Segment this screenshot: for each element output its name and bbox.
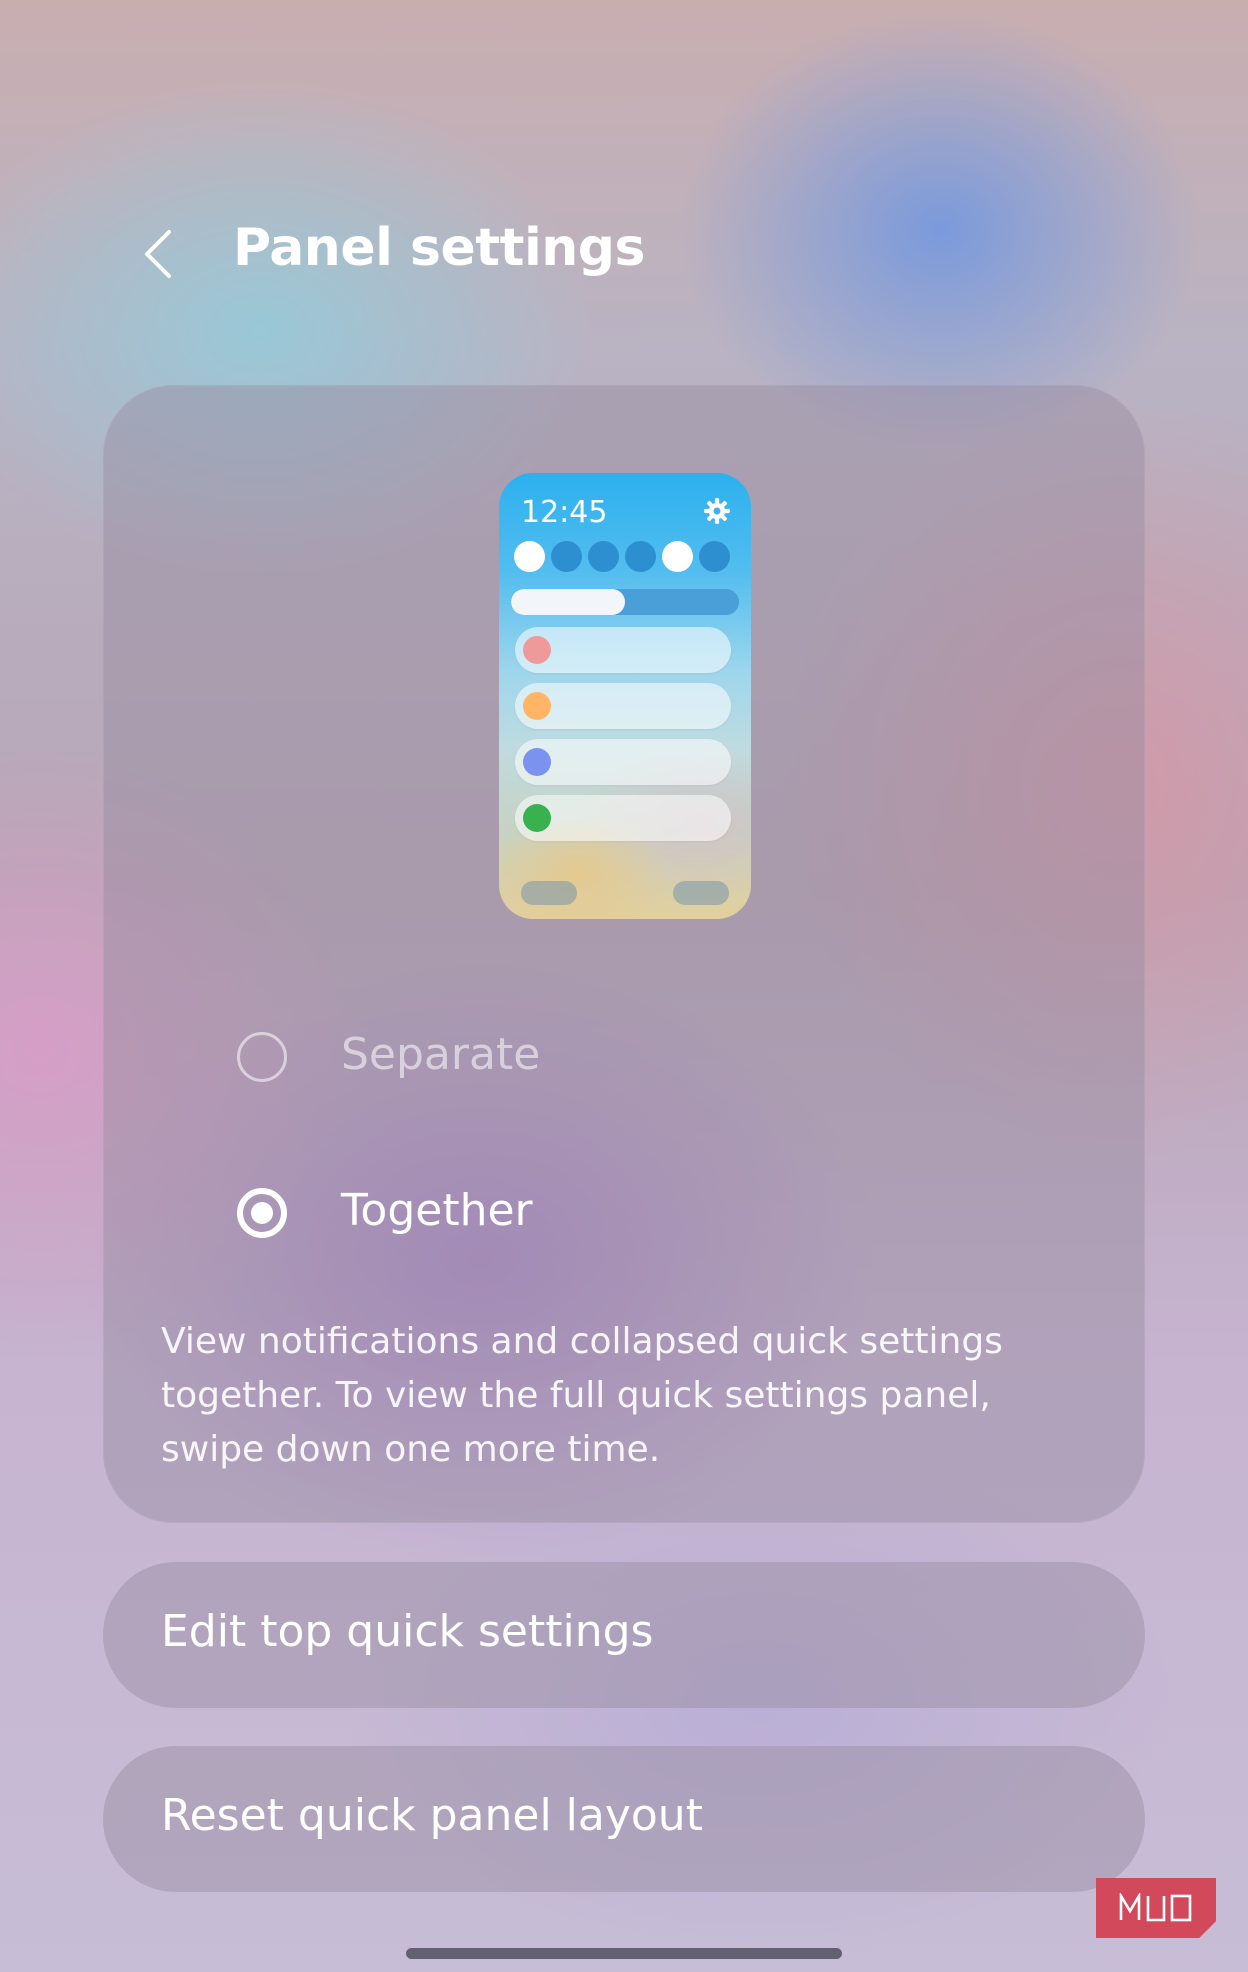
together-label: Together <box>341 1185 533 1236</box>
preview-notification-row <box>515 795 731 841</box>
separate-radio[interactable] <box>237 1032 287 1082</box>
preview-brightness-slider <box>511 589 739 615</box>
muo-logo <box>1096 1878 1216 1938</box>
preview-clock: 12:45 <box>521 495 608 530</box>
preview-brightness-fill <box>511 589 625 615</box>
page-title: Panel settings <box>233 218 645 278</box>
together-radio[interactable] <box>237 1188 287 1238</box>
preview-notification-row <box>515 627 731 673</box>
preview-notification-row <box>515 683 731 729</box>
reset-quick-panel-layout-label: Reset quick panel layout <box>161 1790 703 1841</box>
preview-toggle <box>625 541 656 572</box>
preview-left-button <box>521 881 577 905</box>
preview-toggle <box>588 541 619 572</box>
option-description: View notifications and collapsed quick s… <box>161 1321 1003 1470</box>
chevron-left-icon <box>145 230 171 278</box>
preview-toggle <box>514 541 545 572</box>
back-button[interactable] <box>128 220 188 288</box>
separate-option[interactable]: Separate <box>163 1017 763 1097</box>
preview-notification-row <box>515 739 731 785</box>
preview-app-icon <box>523 804 551 832</box>
preview-right-button <box>673 881 729 905</box>
separate-label: Separate <box>341 1029 541 1080</box>
preview-quick-toggles <box>514 541 730 572</box>
home-indicator[interactable] <box>406 1948 842 1959</box>
preview-app-icon <box>523 748 551 776</box>
muo-logo-text <box>1119 1893 1192 1922</box>
edit-top-quick-settings-button[interactable]: Edit top quick settings <box>103 1562 1145 1708</box>
preview-notifications <box>515 627 731 851</box>
panel-preview-image: 12:45 <box>499 473 751 919</box>
preview-app-icon <box>523 692 551 720</box>
app-bar: Panel settings <box>0 200 1248 310</box>
gear-icon <box>704 498 730 524</box>
preview-toggle <box>662 541 693 572</box>
preview-toggle <box>551 541 582 572</box>
together-option[interactable]: Together <box>163 1173 763 1253</box>
preview-toggle <box>699 541 730 572</box>
panel-style-card: 12:45 Separate Together View notificatio… <box>103 385 1145 1523</box>
edit-top-quick-settings-label: Edit top quick settings <box>161 1606 654 1657</box>
reset-quick-panel-layout-button[interactable]: Reset quick panel layout <box>103 1746 1145 1892</box>
preview-app-icon <box>523 636 551 664</box>
